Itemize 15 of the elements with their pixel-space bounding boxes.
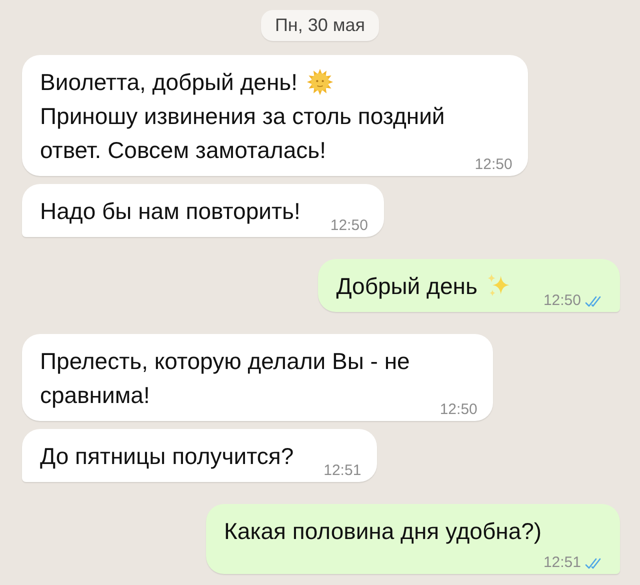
message-time: 12:50	[474, 156, 512, 173]
date-divider: Пн, 30 мая	[260, 10, 380, 41]
message-time: 12:50	[330, 217, 368, 234]
message-time: 12:51	[324, 462, 362, 479]
sun-icon	[306, 68, 334, 96]
message-text: Приношу извинения за столь поздний ответ. Совсем замоталась!	[40, 102, 445, 165]
message-time: 12:50	[440, 401, 478, 418]
message-text: Добрый день	[336, 272, 478, 301]
message-time: 12:51	[543, 554, 581, 571]
message-time: 12:50	[543, 292, 581, 309]
message-text: Надо бы нам повторить!	[40, 197, 300, 226]
message-text: Прелесть, которую делали Вы - не сравнима!	[40, 347, 410, 410]
message-text: Какая половина дня удобна?)	[224, 517, 542, 546]
message-text: Виолетта, добрый день!	[40, 68, 298, 97]
message-text: До пятницы получится?	[40, 442, 294, 471]
